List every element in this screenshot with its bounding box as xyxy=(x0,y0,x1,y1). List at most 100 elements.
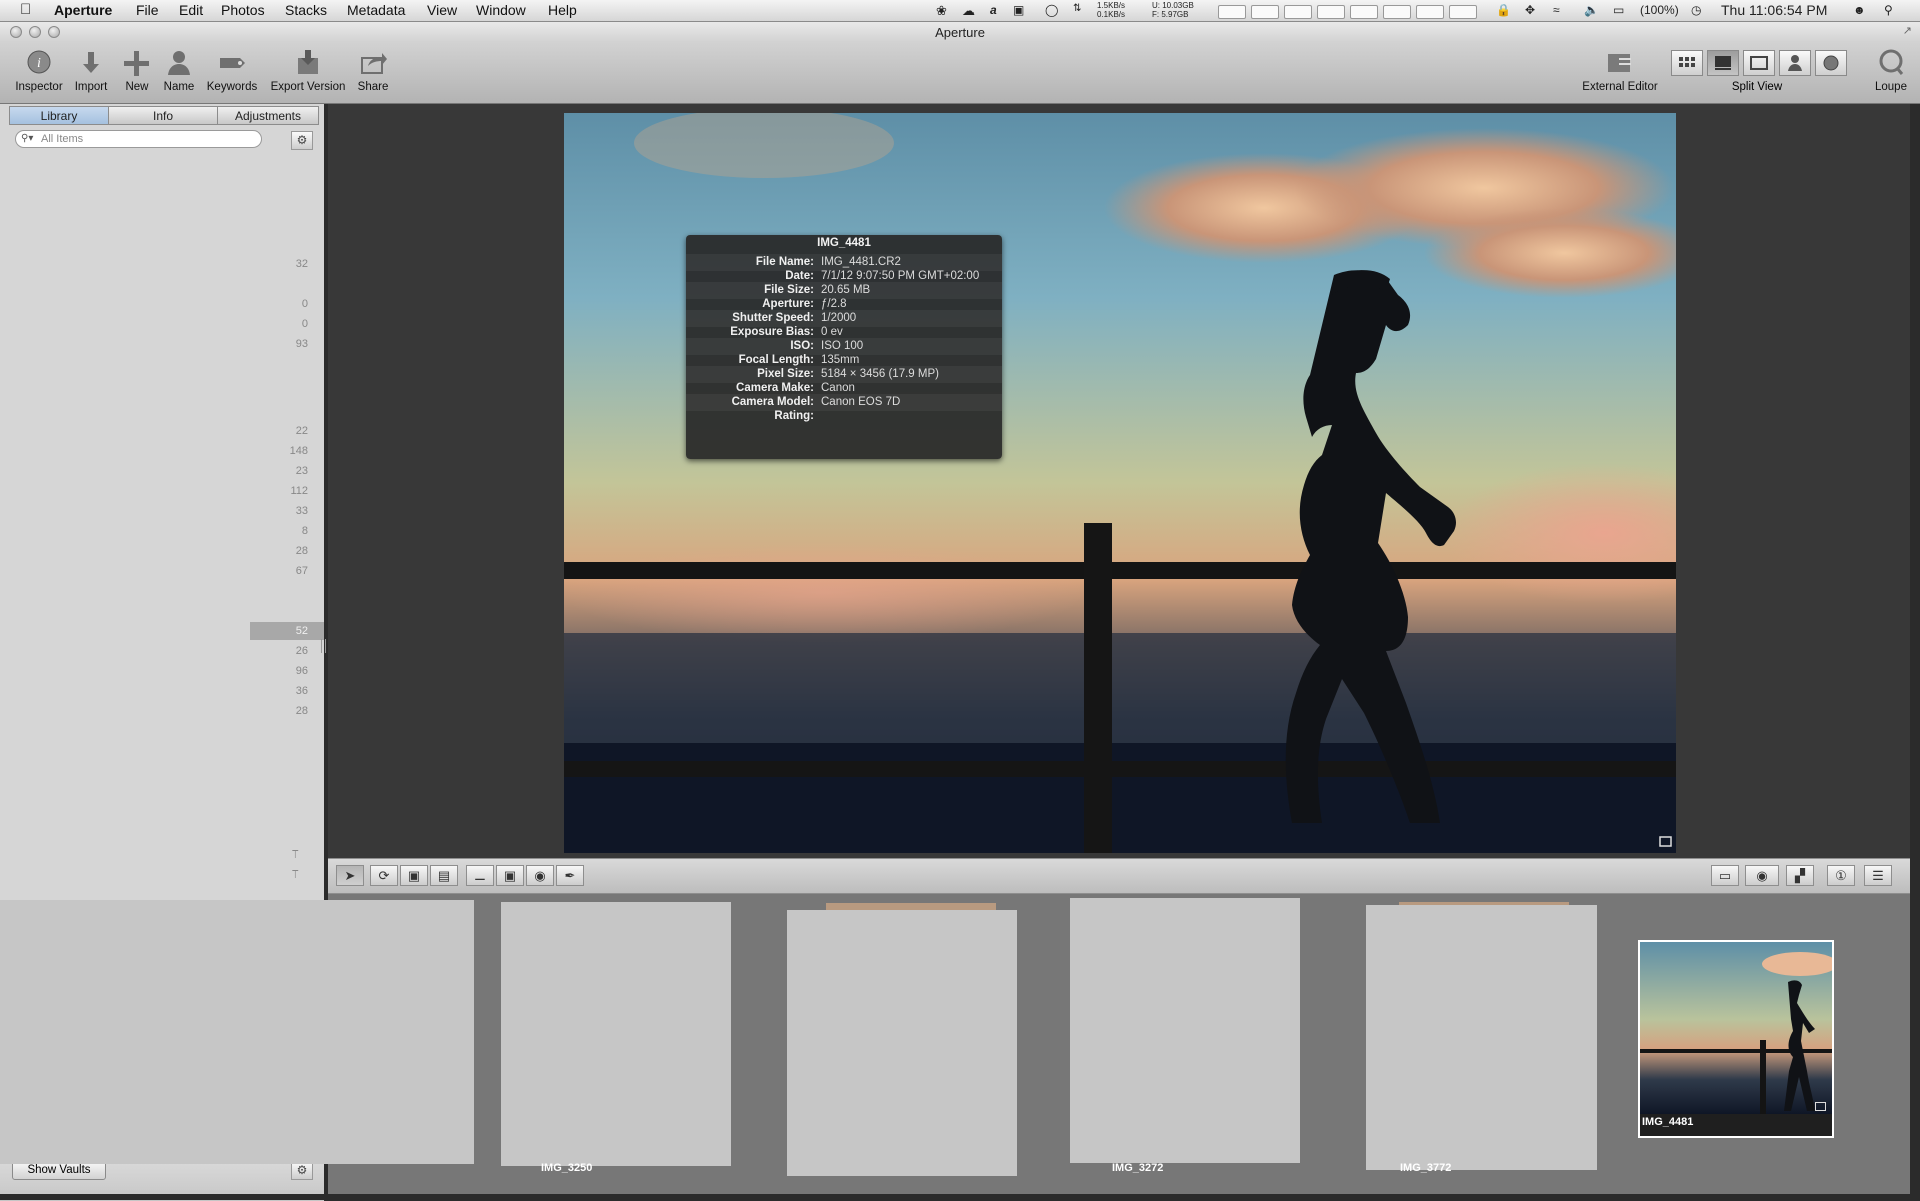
menu-metadata[interactable]: Metadata xyxy=(347,2,405,18)
export-version-label: Export Version xyxy=(270,81,346,93)
user-icon[interactable]: ☻ xyxy=(1853,3,1866,17)
window-bottom-edge xyxy=(0,1194,1920,1200)
app-menu[interactable]: Aperture xyxy=(54,2,112,18)
sidebar-resize-handle[interactable] xyxy=(321,639,326,653)
gear-icon: ⚙ xyxy=(296,1163,308,1177)
external-editor-button[interactable]: External Editor xyxy=(1576,48,1664,93)
net-up-text: 1.5KB/s xyxy=(1097,1,1126,10)
move-icon[interactable]: ✥ xyxy=(1525,3,1535,17)
thumbnail-label: IMG_3272 xyxy=(1112,1162,1164,1174)
shared-stream-icon: ⟙ xyxy=(292,849,299,861)
cpu-gauge xyxy=(1317,5,1345,19)
stack-tool-button[interactable]: ▣ xyxy=(400,865,428,886)
share-button[interactable]: Share xyxy=(355,48,391,93)
inspector-tabs: Library Info Adjustments xyxy=(9,106,319,125)
loupe-label: Loupe xyxy=(1875,81,1907,93)
crop-tool-button[interactable]: ▣ xyxy=(496,865,524,886)
menu-window[interactable]: Window xyxy=(476,2,526,18)
inspector-button[interactable]: i Inspector xyxy=(10,48,68,93)
thumbnail-image xyxy=(1640,942,1838,1114)
clock[interactable]: Thu 11:06:54 PM xyxy=(1721,2,1827,18)
selection-tool-button[interactable]: ➤ xyxy=(336,865,364,886)
library-action-gear-button[interactable]: ⚙ xyxy=(291,131,313,150)
info-icon: i xyxy=(27,50,51,74)
menu-edit[interactable]: Edit xyxy=(179,2,203,18)
menu-help[interactable]: Help xyxy=(548,2,577,18)
filmstrip-thumbnail[interactable] xyxy=(501,902,731,1166)
search-placeholder: All Items xyxy=(41,133,84,145)
metadata-hud: IMG_4481 File Name: IMG_4481.CR2 Date: 7/1/… xyxy=(686,235,1002,459)
brush-tool-button[interactable]: ✒ xyxy=(556,865,584,886)
tab-info[interactable]: Info xyxy=(108,106,218,125)
apple-menu-icon[interactable]:  xyxy=(20,1,31,18)
quick-preview-button[interactable]: ◉ xyxy=(1745,865,1779,886)
battery-icon[interactable]: ▭ xyxy=(1613,3,1624,17)
filmstrip-thumbnail[interactable] xyxy=(1366,905,1597,1170)
filmstrip-list-button[interactable]: ☰ xyxy=(1864,865,1892,886)
filmstrip-thumbnail[interactable] xyxy=(0,900,474,1164)
inspector-label: Inspector xyxy=(15,81,63,93)
places-button[interactable] xyxy=(1815,50,1847,76)
selected-thumbnail[interactable]: IMG_4481 xyxy=(1638,940,1838,1138)
tab-adjustments[interactable]: Adjustments xyxy=(217,106,319,125)
library-search-field[interactable]: ⚲▾ All Items xyxy=(15,130,262,148)
lock-icon[interactable]: 🔒 xyxy=(1496,3,1511,17)
a-menulet-icon[interactable]: a xyxy=(990,3,997,17)
disk-used-text: U: 10.03GB xyxy=(1152,1,1194,10)
menu-file[interactable]: File xyxy=(136,2,159,18)
rotate-icon: ⟳ xyxy=(378,868,390,883)
rotate-tool-button[interactable]: ⟳ xyxy=(370,865,398,886)
lift-stamp-button[interactable]: ▤ xyxy=(430,865,458,886)
time-machine-icon[interactable]: ◷ xyxy=(1691,3,1701,17)
menu-photos[interactable]: Photos xyxy=(221,2,265,18)
metadata-overlay-button[interactable]: ▞ xyxy=(1786,865,1814,886)
loupe-button[interactable]: Loupe xyxy=(1872,48,1910,93)
redeye-tool-button[interactable]: ◉ xyxy=(526,865,554,886)
svg-text:i: i xyxy=(37,56,41,71)
main-toolbar: i Inspector Import New Name Keywords Exp… xyxy=(0,42,1920,104)
menu-view[interactable]: View xyxy=(427,2,457,18)
viewer-button[interactable] xyxy=(1743,50,1775,76)
updown-arrows-icon[interactable]: ⇅ xyxy=(1073,3,1081,14)
name-label: Name xyxy=(163,81,195,93)
project-count: 112 xyxy=(290,485,308,497)
net-down-text: 0.1KB/s xyxy=(1097,10,1126,19)
menu-stacks[interactable]: Stacks xyxy=(285,2,327,18)
cpu-gauge xyxy=(1449,5,1477,19)
wifi-icon[interactable]: ≈ xyxy=(1553,3,1560,17)
display-icon[interactable]: ▣ xyxy=(1013,3,1024,17)
badge-icon xyxy=(1815,1102,1826,1111)
new-button[interactable]: New xyxy=(120,48,154,93)
filmstrip-thumbnail[interactable] xyxy=(1070,898,1300,1163)
project-count: 93 xyxy=(295,338,308,350)
paw-icon[interactable]: ❀ xyxy=(936,3,947,19)
tool-strip: ➤ ⟳ ▣ ▤ ⚊ ▣ ◉ ✒ ▭ ◉ ▞ ① ☰ xyxy=(328,858,1910,894)
filmstrip-thumbnail[interactable] xyxy=(787,910,1017,1176)
browser-view-button[interactable] xyxy=(1671,50,1703,76)
project-count: 148 xyxy=(289,445,308,457)
import-button[interactable]: Import xyxy=(70,48,112,93)
download-arrow-icon xyxy=(83,52,99,73)
chat-bubble-icon[interactable]: ◯ xyxy=(1045,3,1058,17)
export-version-button[interactable]: Export Version xyxy=(268,48,348,93)
split-view-button[interactable] xyxy=(1707,50,1739,76)
faces-button[interactable] xyxy=(1779,50,1811,76)
external-editor-label: External Editor xyxy=(1582,81,1658,93)
straighten-tool-button[interactable]: ⚊ xyxy=(466,865,494,886)
cloud-icon[interactable]: ☁ xyxy=(962,3,975,19)
main-photo[interactable] xyxy=(564,113,1676,853)
disk-free-text: F: 5.97GB xyxy=(1152,10,1189,19)
photo-image xyxy=(564,113,1676,853)
tab-library[interactable]: Library xyxy=(9,106,109,125)
project-count: 0 xyxy=(301,298,308,310)
volume-icon[interactable]: 🔈 xyxy=(1584,3,1599,17)
keywords-button[interactable]: Keywords xyxy=(205,48,259,93)
spotlight-search-icon[interactable]: ⚲ xyxy=(1884,3,1893,17)
viewer-icon: ▭ xyxy=(1718,868,1732,883)
viewer-mode-button[interactable]: ▭ xyxy=(1711,865,1739,886)
name-button[interactable]: Name xyxy=(161,48,197,93)
primary-only-button[interactable]: ① xyxy=(1827,865,1855,886)
project-count: 33 xyxy=(295,505,308,517)
overlay-icon: ▞ xyxy=(1795,868,1805,883)
fullscreen-icon[interactable]: ↗ xyxy=(1903,24,1912,37)
